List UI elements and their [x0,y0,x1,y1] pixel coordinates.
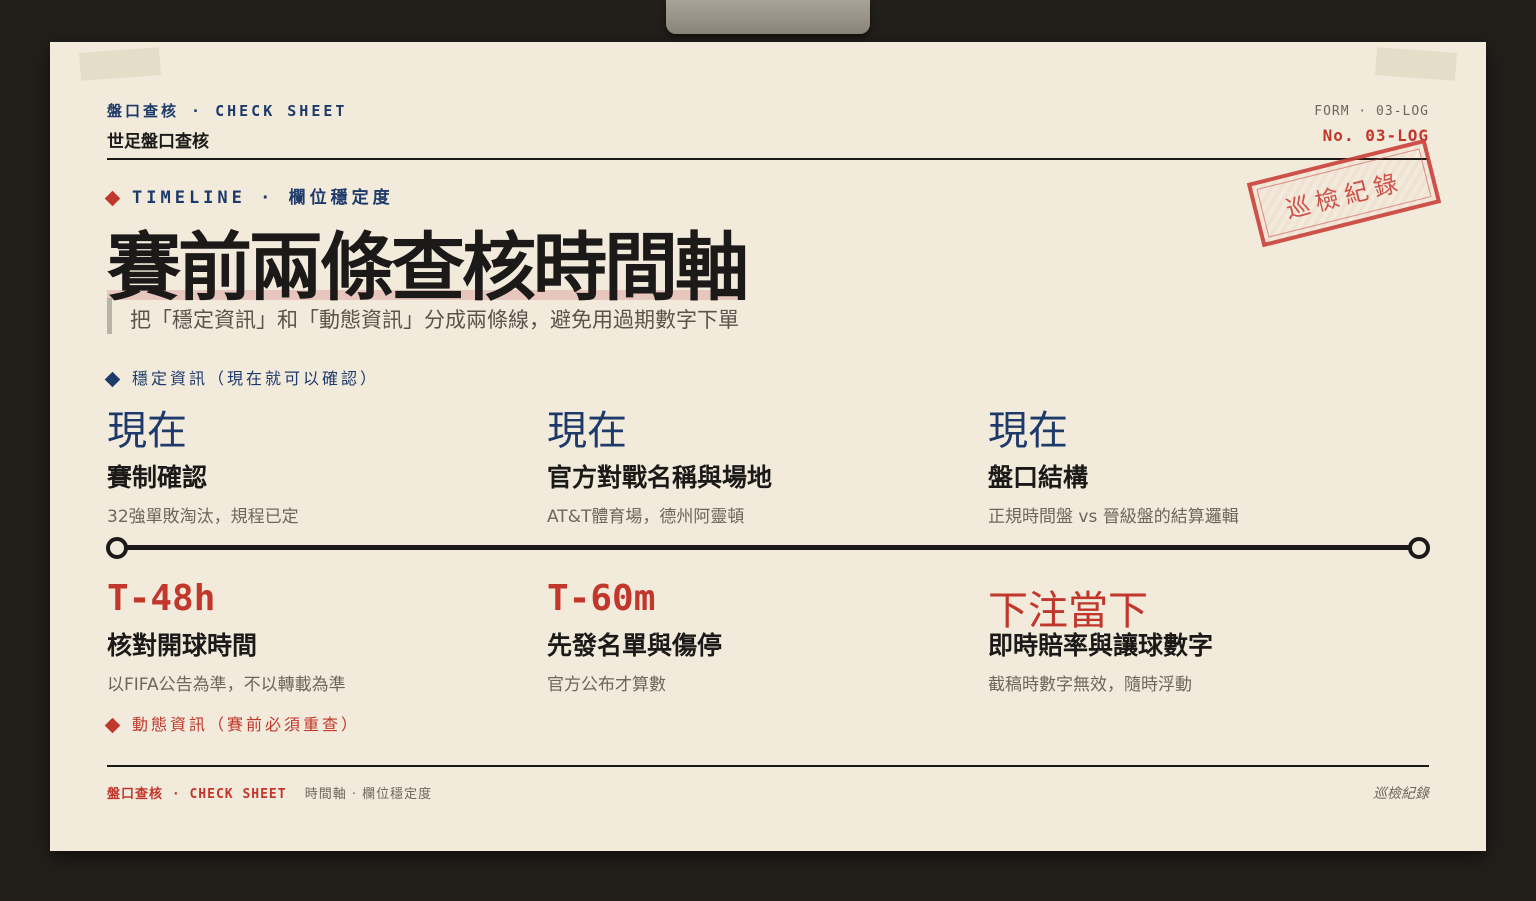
subtitle-bar [107,298,112,334]
item-desc: 以FIFA公告為準，不以轉載為準 [107,675,346,695]
inspection-stamp: 巡檢紀錄 [1246,138,1442,248]
dynamic-item: T-48h 核對開球時間 以FIFA公告為準，不以轉載為準 [107,578,346,695]
tape-right [1375,47,1457,81]
red-diamond-icon [104,717,121,734]
dynamic-item: T-60m 先發名單與傷停 官方公布才算數 [547,578,722,695]
header-title: 世足盤口查核 [107,132,209,152]
stable-item: 現在 官方對戰名稱與場地 AT&T體育場，德州阿靈頓 [547,398,772,527]
red-diamond-icon [104,190,121,206]
header-rule [107,158,1429,160]
tape-left [79,47,161,81]
stable-item: 現在 盤口結構 正規時間盤 vs 晉級盤的結算邏輯 [988,398,1239,527]
item-time: 現在 [107,408,187,454]
item-time: T-60m [547,578,656,619]
timeline-end-node [1408,537,1430,559]
item-title: 官方對戰名稱與場地 [547,463,773,492]
footer-series: 盤口查核 · CHECK SHEET [107,787,287,802]
item-desc: 正規時間盤 vs 晉級盤的結算邏輯 [988,507,1239,527]
item-title: 賽制確認 [107,463,208,492]
header-series: 盤口查核 · CHECK SHEET [107,102,348,120]
dynamic-label: 動態資訊（賽前必須重查） [104,711,360,735]
check-sheet: 盤口查核 · CHECK SHEET 世足盤口查核 FORM · 03-LOG … [50,42,1486,851]
footer-sign: 巡檢紀錄 [1373,786,1429,802]
stable-label: 穩定資訊（現在就可以確認） [104,365,379,389]
form-label: FORM · 03-LOG [1314,104,1429,119]
item-desc: AT&T體育場，德州阿靈頓 [547,507,745,527]
timeline-start-node [106,537,128,559]
item-time: 下注當下 [988,588,1148,634]
item-desc: 截稿時數字無效，隨時浮動 [988,675,1192,695]
stable-item: 現在 賽制確認 32強單敗淘汰，規程已定 [107,398,299,527]
item-title: 核對開球時間 [107,631,258,660]
footer-left: 盤口查核 · CHECK SHEET 時間軸 · 欄位穩定度 [107,783,432,802]
navy-diamond-icon [104,371,121,388]
item-time: 現在 [547,408,627,454]
dynamic-item: 下注當下 即時賠率與讓球數字 截稿時數字無效，隨時浮動 [988,578,1213,695]
section-kicker: TIMELINE · 欄位穩定度 [104,183,394,208]
clipboard-clip [666,0,870,34]
footer-section: 時間軸 · 欄位穩定度 [304,787,433,802]
item-title: 即時賠率與讓球數字 [988,631,1214,660]
item-title: 盤口結構 [988,463,1089,492]
item-time: 現在 [988,408,1068,454]
page-subtitle: 把「穩定資訊」和「動態資訊」分成兩條線，避免用過期數字下單 [130,308,739,332]
item-time: T-48h [107,578,216,619]
item-title: 先發名單與傷停 [547,631,723,660]
footer-rule [107,765,1429,767]
item-desc: 官方公布才算數 [547,675,666,695]
timeline-line [117,545,1419,550]
item-desc: 32強單敗淘汰，規程已定 [107,507,299,527]
page-title: 賽前兩條查核時間軸 [107,225,749,311]
